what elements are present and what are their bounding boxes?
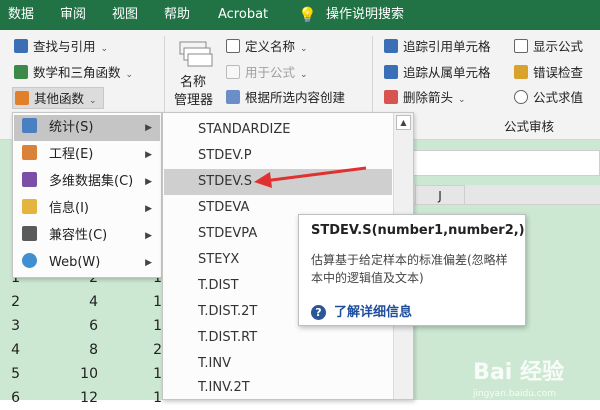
name-manager-label-2[interactable]: 管理器 bbox=[174, 92, 213, 110]
cell-c6[interactable]: 1 bbox=[0, 386, 162, 410]
math-icon bbox=[14, 65, 28, 79]
create-from-selection-label: 根据所选内容创建 bbox=[245, 90, 346, 105]
tell-me-search[interactable]: 操作说明搜索 bbox=[326, 0, 404, 30]
evaluate-formula-button[interactable]: 公式求值 bbox=[514, 87, 583, 109]
define-name-label: 定义名称 bbox=[245, 39, 296, 54]
ribbon-tab-bar: 数据 审阅 视图 帮助 Acrobat 💡 操作说明搜索 bbox=[0, 0, 600, 30]
define-name-button[interactable]: 定义名称 ⌄ bbox=[226, 36, 308, 58]
chevron-down-icon: ⌄ bbox=[300, 44, 308, 54]
cell-c5[interactable]: 1 bbox=[0, 362, 162, 386]
chevron-down-icon: ⌄ bbox=[89, 96, 97, 106]
chevron-right-icon: ▶ bbox=[145, 204, 152, 214]
chevron-down-icon: ⌄ bbox=[458, 95, 466, 105]
evaluate-formula-icon bbox=[514, 90, 528, 104]
cell-c2[interactable]: 1 bbox=[0, 290, 162, 314]
learn-more-link[interactable]: ? 了解详细信息 bbox=[311, 301, 412, 320]
show-formulas-label: 显示公式 bbox=[533, 39, 584, 54]
menu-item-label: 统计(S) bbox=[49, 120, 94, 135]
statistical-icon bbox=[22, 118, 37, 133]
tooltip-description: 估算基于给定样本的标准偏差(忽略样本中的逻辑值及文本) bbox=[311, 253, 508, 285]
lookup-reference-button[interactable]: 查找与引用 ⌄ bbox=[14, 36, 108, 58]
tooltip-title: STDEV.S(number1,number2,) bbox=[311, 223, 525, 238]
fn-item-t-inv[interactable]: T.INV bbox=[164, 351, 392, 377]
menu-item-label: 工程(E) bbox=[49, 147, 94, 162]
trace-dependents-label: 追踪从属单元格 bbox=[403, 65, 491, 80]
tab-review[interactable]: 审阅 bbox=[60, 0, 86, 30]
column-header-j[interactable]: J bbox=[415, 185, 465, 205]
trace-precedents-button[interactable]: 追踪引用单元格 bbox=[384, 36, 491, 58]
function-tooltip: STDEV.S(number1,number2,) 估算基于给定样本的标准偏差(… bbox=[298, 214, 526, 326]
lightbulb-icon: 💡 bbox=[298, 6, 317, 24]
tab-view[interactable]: 视图 bbox=[112, 0, 138, 30]
remove-arrows-label: 删除箭头 bbox=[403, 90, 454, 105]
information-icon bbox=[22, 199, 37, 214]
trace-dependents-button[interactable]: 追踪从属单元格 bbox=[384, 62, 491, 84]
use-in-formula-button[interactable]: 用于公式 ⌄ bbox=[226, 62, 308, 84]
help-icon: ? bbox=[311, 305, 326, 320]
math-trig-button[interactable]: 数学和三角函数 ⌄ bbox=[14, 62, 133, 84]
fn-item-t-inv-2t[interactable]: T.INV.2T bbox=[164, 375, 392, 401]
show-formulas-button[interactable]: 显示公式 bbox=[514, 36, 583, 58]
remove-arrows-icon bbox=[384, 90, 398, 104]
name-manager-label[interactable]: 名称 bbox=[180, 74, 206, 92]
trace-precedents-label: 追踪引用单元格 bbox=[403, 39, 491, 54]
math-label: 数学和三角函数 bbox=[33, 65, 121, 80]
create-from-selection-button[interactable]: 根据所选内容创建 bbox=[226, 87, 345, 109]
create-from-selection-icon bbox=[226, 90, 240, 104]
tab-help[interactable]: 帮助 bbox=[164, 0, 190, 30]
more-functions-label: 其他函数 bbox=[34, 91, 85, 106]
error-checking-label: 错误检查 bbox=[533, 65, 584, 80]
menu-item-label: Web(W) bbox=[49, 255, 101, 270]
error-checking-button[interactable]: 错误检查 bbox=[514, 62, 583, 84]
cell-c3[interactable]: 1 bbox=[0, 314, 162, 338]
remove-arrows-button[interactable]: 删除箭头 ⌄ bbox=[384, 87, 466, 109]
watermark-url: jingyan.baidu.com bbox=[472, 389, 556, 399]
scroll-up-icon[interactable]: ▲ bbox=[396, 115, 411, 130]
menu-item-statistical[interactable]: 统计(S) ▶ bbox=[14, 115, 160, 141]
fn-item-t-dist-rt[interactable]: T.DIST.RT bbox=[164, 325, 392, 351]
menu-item-engineering[interactable]: 工程(E) ▶ bbox=[14, 142, 160, 168]
more-functions-button[interactable]: 其他函数 ⌄ bbox=[12, 87, 104, 109]
define-name-icon bbox=[226, 39, 240, 53]
trace-dependents-icon bbox=[384, 65, 398, 79]
watermark-logo: Bai 经验 bbox=[473, 360, 564, 385]
chevron-down-icon: ⌄ bbox=[300, 70, 308, 80]
group-label-formula-auditing: 公式审核 bbox=[504, 119, 555, 134]
fn-item-standardize[interactable]: STANDARDIZE bbox=[164, 117, 392, 143]
error-check-icon bbox=[514, 65, 528, 79]
other-functions-icon bbox=[15, 91, 29, 105]
chevron-right-icon: ▶ bbox=[145, 177, 152, 187]
use-in-formula-icon bbox=[226, 65, 240, 79]
chevron-down-icon: ⌄ bbox=[100, 44, 109, 54]
show-formulas-icon bbox=[514, 39, 528, 53]
evaluate-formula-label: 公式求值 bbox=[533, 90, 584, 105]
book-icon bbox=[14, 39, 28, 53]
learn-more-label: 了解详细信息 bbox=[334, 305, 413, 320]
tab-data[interactable]: 数据 bbox=[8, 0, 34, 30]
name-manager-icon[interactable] bbox=[176, 40, 216, 70]
engineering-icon bbox=[22, 145, 37, 160]
menu-item-web[interactable]: Web(W) ▶ bbox=[14, 250, 160, 276]
web-icon bbox=[22, 253, 37, 268]
tab-acrobat[interactable]: Acrobat bbox=[218, 0, 268, 30]
chevron-right-icon: ▶ bbox=[145, 150, 152, 160]
menu-item-label: 信息(I) bbox=[49, 201, 89, 216]
menu-item-information[interactable]: 信息(I) ▶ bbox=[14, 196, 160, 222]
cell-c4[interactable]: 2 bbox=[0, 338, 162, 362]
chevron-down-icon: ⌄ bbox=[125, 70, 134, 80]
chevron-right-icon: ▶ bbox=[145, 123, 152, 133]
chevron-right-icon: ▶ bbox=[145, 231, 152, 241]
compatibility-icon bbox=[22, 226, 37, 241]
lookup-label: 查找与引用 bbox=[33, 39, 96, 54]
use-in-formula-label: 用于公式 bbox=[245, 65, 296, 80]
menu-item-compatibility[interactable]: 兼容性(C) ▶ bbox=[14, 223, 160, 249]
function-category-menu: 统计(S) ▶ 工程(E) ▶ 多维数据集(C) ▶ 信息(I) ▶ 兼容性(C) ▶ W… bbox=[12, 112, 162, 278]
trace-precedents-icon bbox=[384, 39, 398, 53]
chevron-right-icon: ▶ bbox=[145, 258, 152, 268]
menu-item-label: 多维数据集(C) bbox=[49, 174, 134, 189]
annotation-arrow bbox=[254, 166, 367, 188]
menu-item-label: 兼容性(C) bbox=[49, 228, 108, 243]
menu-item-cube[interactable]: 多维数据集(C) ▶ bbox=[14, 169, 160, 195]
cube-icon bbox=[22, 172, 37, 187]
